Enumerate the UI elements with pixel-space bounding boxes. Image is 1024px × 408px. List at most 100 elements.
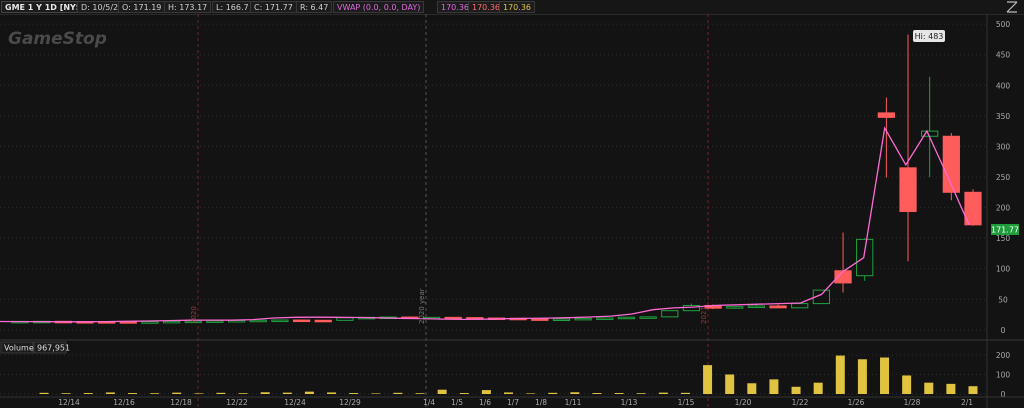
date-tick-label: 1/8	[535, 398, 547, 407]
candle-body	[314, 319, 332, 323]
volume-bar	[526, 393, 536, 394]
high-callout: Hi: 483	[913, 30, 945, 42]
date-tick-label: 1/22	[792, 398, 809, 407]
volume-bar	[260, 392, 270, 394]
high-callout-text: Hi: 483	[915, 32, 944, 41]
date-tick-label: 2/1	[961, 398, 973, 407]
high-readout: H: 173.17	[164, 1, 212, 13]
last-price-badge: 171.77	[991, 224, 1019, 235]
vwap-value-3: 170.36	[499, 1, 535, 13]
price-tick-label: 500	[996, 20, 1011, 29]
volume-bar	[415, 393, 425, 394]
volume-bar	[39, 392, 49, 394]
volume-axis: 0 100 200	[996, 351, 1011, 399]
price-tick-label: 350	[996, 112, 1011, 121]
volume-bar	[105, 392, 115, 394]
candle-body	[206, 320, 224, 323]
candle-body	[141, 321, 159, 324]
volume-panel-header: Volume 967,951	[0, 341, 70, 354]
candle-body	[856, 238, 874, 277]
close-readout: C: 171.77	[250, 1, 297, 13]
candle-body	[877, 112, 895, 118]
candle-body	[292, 319, 311, 323]
price-tick-label: 100	[996, 265, 1011, 274]
volume-bar	[658, 392, 668, 394]
date-tick-label: 1/7	[507, 398, 519, 407]
date-tick-label: 1/6	[479, 398, 491, 407]
price-tick-label: 300	[996, 142, 1011, 151]
candle-body	[596, 317, 614, 320]
volume-bar	[703, 365, 713, 394]
date-tick-label: 1/4	[423, 398, 435, 407]
price-tick-label: 0	[1001, 326, 1006, 335]
volume-bar	[791, 386, 801, 394]
marker-2020: 2020	[190, 306, 198, 324]
date-tick-label: 12/22	[226, 398, 248, 407]
vwap-line	[0, 126, 970, 323]
candle-body	[791, 303, 809, 309]
volume-bar	[83, 393, 93, 394]
candle-body	[747, 305, 766, 308]
price-tick-label: 50	[998, 295, 1008, 304]
candle-body	[661, 310, 679, 318]
date-tick-label: 1/20	[735, 398, 752, 407]
vwap-study-label[interactable]: VWAP (0.0, 0.0, DAY)	[333, 1, 425, 13]
range-readout: R: 6.47	[296, 1, 333, 13]
volume-bar	[238, 393, 248, 394]
volume-bar	[327, 392, 337, 394]
chart-header-bar: GME 1 Y 1D [NYSE] D: 10/5/21 O: 171.19 H…	[0, 0, 1024, 15]
volume-value: 967,951	[37, 344, 70, 353]
candle-body	[249, 319, 267, 323]
volume-bar	[614, 393, 624, 394]
volume-bar	[216, 392, 226, 394]
volume-bar	[393, 392, 403, 394]
price-tick-label: 150	[996, 234, 1011, 243]
volume-bar	[968, 386, 978, 394]
date-axis: 12/14 12/16 12/18 12/22 12/24 12/29 1/4 1/5 1/6 1…	[0, 396, 1024, 407]
expand-icon[interactable]	[1006, 1, 1018, 13]
volume-bar	[194, 393, 204, 394]
volume-bar	[349, 393, 359, 394]
volume-bar	[835, 355, 845, 394]
volume-tick-label: 0	[1001, 390, 1006, 399]
date-tick-label: 1/28	[904, 398, 921, 407]
volume-bar	[61, 393, 71, 394]
open-readout: O: 171.19	[118, 1, 166, 13]
marker-2020-year: 2020 year	[418, 288, 426, 324]
watermark-text: GameStop	[8, 29, 107, 49]
volume-bar	[282, 392, 292, 394]
price-chart[interactable]: GameStop Hi: 483 0 50 100 150 200 250 300 350 40…	[0, 14, 1024, 408]
candle-body	[162, 320, 181, 324]
date-tick-label: 12/24	[284, 398, 306, 407]
marker-2021: 2021	[700, 306, 708, 324]
date-tick-label: 12/16	[113, 398, 135, 407]
low-readout: L: 166.7	[212, 1, 253, 13]
volume-bar	[747, 383, 757, 394]
volume-bar	[813, 382, 823, 394]
volume-bar	[172, 392, 182, 394]
price-axis: 0 50 100 150 200 250 300 350 400 450 500	[986, 14, 1011, 408]
volume-label: Volume	[4, 344, 34, 353]
year-separators	[197, 14, 709, 408]
candle-body	[617, 316, 636, 320]
volume-bar	[946, 383, 956, 394]
volume-bar	[481, 390, 491, 394]
volume-bar	[548, 392, 558, 394]
volume-bar	[504, 392, 513, 394]
volume-bar	[880, 357, 890, 394]
candle-body	[769, 305, 787, 309]
volume-bar	[902, 375, 912, 394]
candle-body	[531, 318, 549, 321]
date-tick-label: 1/11	[565, 398, 582, 407]
volume-tick-label: 200	[996, 351, 1011, 360]
volume-bar	[636, 393, 646, 394]
date-tick-label: 12/29	[339, 398, 361, 407]
volume-bar	[857, 359, 867, 394]
candle-body	[726, 306, 744, 309]
date-tick-label: 1/26	[848, 398, 865, 407]
volume-bar	[150, 393, 160, 394]
last-price-text: 171.77	[991, 226, 1019, 235]
candle-body	[552, 318, 571, 321]
volume-bar	[769, 379, 779, 394]
volume-bar	[924, 382, 934, 394]
